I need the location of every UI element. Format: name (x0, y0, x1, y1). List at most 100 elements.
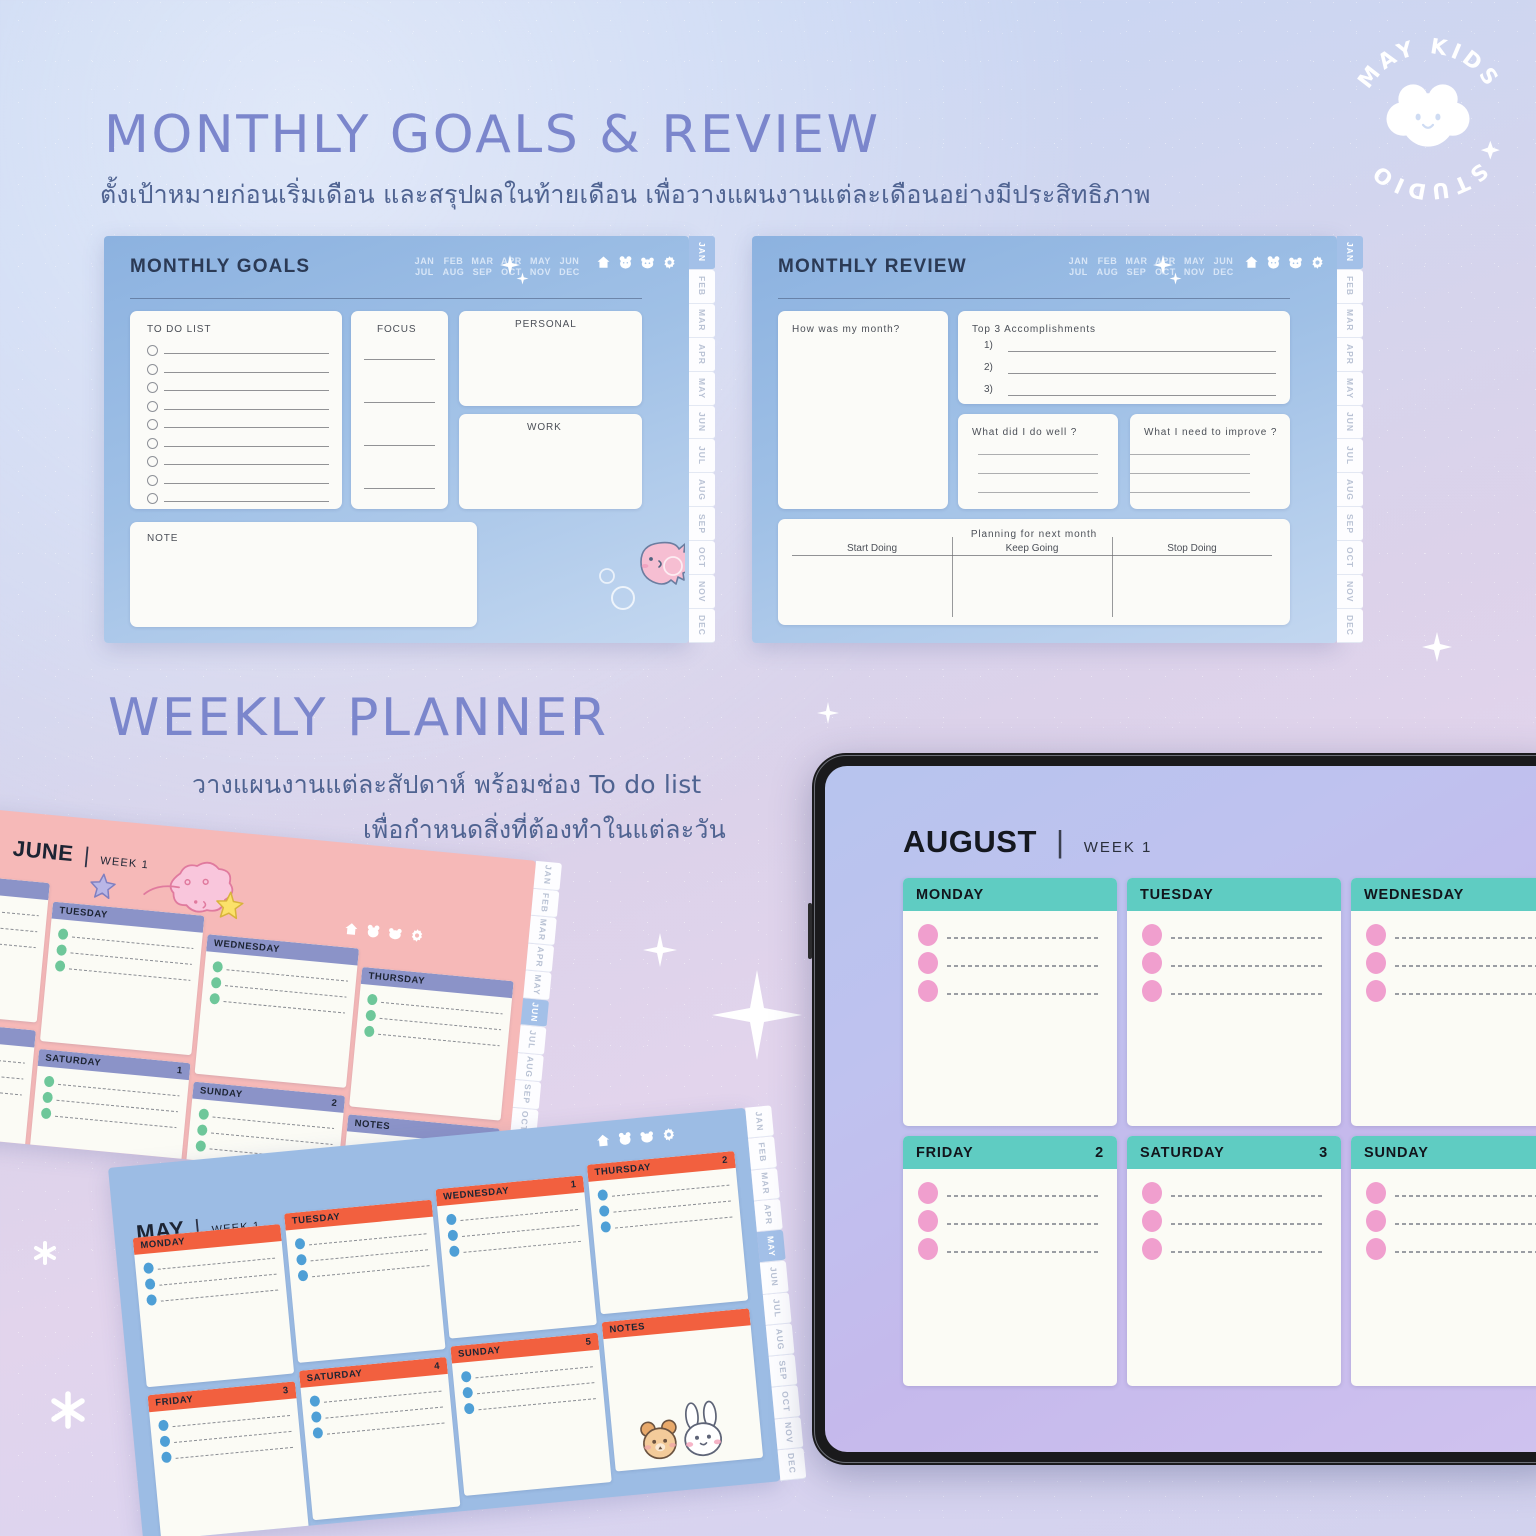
todo-line[interactable] (164, 464, 329, 465)
month-grid-item-sep[interactable]: SEP (468, 267, 497, 277)
todo-bullet[interactable] (1366, 1210, 1386, 1232)
todo-bullet[interactable] (294, 1237, 306, 1250)
todo-line[interactable] (947, 1223, 1101, 1225)
todo-bullet[interactable] (309, 1395, 321, 1408)
todo-bullet[interactable] (918, 980, 938, 1002)
may-header-icons[interactable] (595, 1126, 677, 1149)
improve-line[interactable] (1130, 473, 1250, 474)
note-box[interactable]: NOTE (130, 522, 477, 627)
todo-bullet[interactable] (463, 1402, 475, 1415)
todo-checkbox[interactable] (147, 437, 158, 449)
todo-bullet[interactable] (196, 1124, 208, 1137)
focus-box[interactable]: FOCUS (351, 311, 448, 509)
todo-bullet[interactable] (144, 1278, 156, 1290)
review-month-tabs[interactable]: JAN FEB MAR APR MAY JUN JUL AUG SEP OCT NOV DEC (1337, 236, 1363, 643)
todo-bullet[interactable] (1366, 924, 1386, 946)
how-was-month-box[interactable]: How was my month? (778, 311, 948, 509)
day-header[interactable]: SUNDAY4 (1351, 1136, 1536, 1169)
month-tab-nov[interactable]: NOV (1337, 575, 1363, 609)
month-grid-item-sep[interactable]: SEP (1122, 267, 1151, 277)
month-tab-jul[interactable]: JUL (1337, 439, 1363, 474)
todo-bullet[interactable] (1142, 1238, 1162, 1260)
todo-bullet[interactable] (365, 1009, 377, 1022)
day-column[interactable]: TUESDAY (284, 1199, 446, 1363)
focus-line[interactable] (364, 488, 435, 489)
todo-bullet[interactable] (1366, 1238, 1386, 1260)
todo-line[interactable] (326, 1422, 445, 1435)
todo-bullet[interactable] (146, 1294, 158, 1306)
month-grid-item-jan[interactable]: JAN (410, 256, 439, 266)
day-column[interactable]: THURSDAY 2 (586, 1150, 749, 1315)
todo-line[interactable] (223, 1001, 345, 1014)
day-header[interactable]: SATURDAY 4 (298, 1357, 448, 1388)
month-tab-aug[interactable]: AUG (515, 1052, 544, 1083)
todo-bullet[interactable] (1142, 924, 1162, 946)
day-header[interactable]: WEDNESDAY 1 (435, 1175, 585, 1207)
todo-list-box[interactable]: TO DO LIST (130, 311, 342, 509)
review-month-grid[interactable]: JAN FEB MAR APR MAY JUN JUL AUG SEP OCT NOV DEC (1064, 256, 1238, 277)
month-grid-item-aug[interactable]: AUG (439, 267, 468, 277)
goals-month-grid[interactable]: JAN FEB MAR APR MAY JUN JUL AUG SEP OCT NOV DEC (410, 256, 584, 277)
focus-line[interactable] (364, 445, 435, 446)
todo-checkbox[interactable] (147, 493, 158, 504)
todo-bullet[interactable] (918, 1210, 938, 1232)
todo-bullet[interactable] (295, 1253, 307, 1266)
todo-checkbox[interactable] (147, 456, 158, 467)
todo-line[interactable] (323, 1390, 442, 1403)
month-tab-sep[interactable]: SEP (512, 1079, 542, 1110)
todo-line[interactable] (1171, 965, 1325, 967)
todo-bullet[interactable] (157, 1419, 169, 1432)
todo-bullet[interactable] (460, 1370, 472, 1383)
todo-line[interactable] (378, 1033, 500, 1047)
todo-checkbox[interactable] (147, 474, 158, 486)
day-column[interactable]: FRIDAY 3 (147, 1381, 310, 1536)
month-grid-item-apr[interactable]: APR (1151, 256, 1180, 266)
month-tab-feb[interactable]: FEB (748, 1136, 777, 1170)
day-column[interactable]: WEDNESDAY (194, 934, 360, 1088)
month-tab-sep[interactable]: SEP (689, 507, 715, 542)
todo-line[interactable] (1171, 1223, 1325, 1225)
todo-bullet[interactable] (54, 960, 66, 972)
todo-line[interactable] (1171, 993, 1325, 995)
todo-line[interactable] (164, 501, 329, 502)
todo-bullet[interactable] (160, 1451, 172, 1464)
top3-line[interactable] (1008, 373, 1276, 374)
month-tab-feb[interactable]: FEB (530, 888, 560, 919)
month-tab-jan[interactable]: JAN (689, 236, 715, 270)
todo-line[interactable] (164, 408, 329, 410)
month-tab-apr[interactable]: APR (689, 337, 715, 372)
focus-line[interactable] (364, 402, 435, 403)
month-tab-aug[interactable]: AUG (689, 473, 715, 508)
todo-bullet[interactable] (447, 1229, 459, 1242)
month-tab-dec[interactable]: DEC (777, 1447, 807, 1482)
todo-bullet[interactable] (297, 1269, 309, 1282)
month-grid-item-jul[interactable]: JUL (1064, 267, 1093, 277)
weekly-card-june[interactable]: JUNE | WEEK 1 MONDAY TUESDAY WEDNESDAY THUR… (0, 800, 562, 1192)
monthly-review-card[interactable]: MONTHLY REVIEW JAN FEB MAR APR MAY JUN JUL AUG S… (752, 236, 1363, 643)
todo-line[interactable] (947, 1195, 1101, 1197)
month-grid-item-dec[interactable]: DEC (555, 267, 584, 277)
day-column[interactable]: FRIDAY 2 (903, 1136, 1117, 1386)
day-header[interactable]: WEDNESDAY (206, 934, 360, 966)
todo-line[interactable] (0, 935, 36, 949)
month-tab-may[interactable]: MAY (523, 970, 552, 1001)
month-tab-jun[interactable]: JUN (759, 1260, 789, 1295)
todo-bullet[interactable] (195, 1140, 207, 1153)
todo-bullet[interactable] (209, 992, 221, 1005)
month-tab-mar[interactable]: MAR (528, 915, 557, 946)
todo-line[interactable] (947, 965, 1101, 967)
day-column[interactable]: MONDAY (903, 878, 1117, 1126)
todo-line[interactable] (614, 1216, 733, 1229)
month-tab-jul[interactable]: JUL (689, 439, 715, 474)
month-tab-jun[interactable]: JUN (1337, 405, 1363, 440)
month-tab-apr[interactable]: APR (525, 942, 555, 973)
todo-line[interactable] (71, 936, 194, 950)
month-tab-jun[interactable]: JUN (689, 405, 715, 440)
day-header[interactable]: MONDAY (0, 868, 50, 901)
planning-box[interactable]: Planning for next month (778, 519, 1290, 625)
todo-bullet[interactable] (597, 1189, 609, 1202)
todo-line[interactable] (68, 968, 191, 982)
todo-line[interactable] (1395, 1223, 1536, 1225)
todo-checkbox[interactable] (147, 363, 158, 375)
month-tab-apr[interactable]: APR (1337, 337, 1363, 372)
